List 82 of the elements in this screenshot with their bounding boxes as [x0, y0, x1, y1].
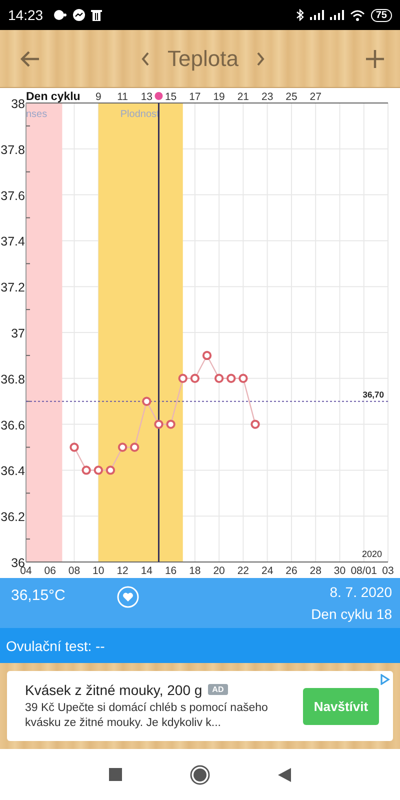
x-axis-label: 12	[116, 565, 128, 577]
data-point[interactable]	[202, 350, 212, 360]
screen-title: Teplota	[168, 46, 238, 72]
x-axis-label: 24	[262, 565, 274, 577]
selected-day-marker[interactable]	[154, 92, 163, 100]
y-axis-label: 37.4	[0, 234, 25, 249]
chevron-left-icon	[140, 52, 150, 66]
data-point[interactable]	[178, 374, 188, 383]
data-point[interactable]	[70, 442, 79, 452]
y-axis-label: 37	[11, 326, 25, 340]
ad-badge: AD	[208, 684, 228, 695]
data-point[interactable]	[142, 396, 152, 406]
battery-indicator: 75	[370, 8, 392, 22]
ad-title: Kvásek z žitné mouky, 200 g	[25, 682, 202, 698]
cycle-day-label: 17	[189, 91, 201, 103]
cycle-day-label: 19	[213, 91, 225, 103]
x-axis-label: 30	[334, 565, 346, 577]
data-point[interactable]	[238, 374, 248, 383]
ad-card[interactable]: Kvásek z žitné mouky, 200 g AD 39 Kč Upečte si domácí chléb s pomocí našeho kvásku ze žitné mouky. Je kdykoliv k... Navštívit	[7, 671, 393, 741]
cycle-day-label: 11	[117, 91, 128, 103]
x-axis-label: 08	[68, 565, 80, 577]
x-axis-label: 08/01	[350, 565, 377, 577]
y-axis-label: 36.4	[0, 464, 25, 478]
data-point[interactable]	[250, 420, 260, 429]
x-axis-label: 10	[92, 565, 104, 577]
home-icon[interactable]	[190, 764, 210, 784]
ad-description: 39 Kč Upečte si domácí chléb s pomocí našeho kvásku ze žitné mouky. Je kdykoliv k...	[25, 700, 269, 730]
data-point[interactable]	[106, 466, 116, 475]
coverline-label: 36,70	[362, 389, 384, 400]
ovulation-test-text: Ovulační test: --	[6, 638, 105, 654]
chevron-right-icon	[256, 52, 266, 66]
ad-choices-icon[interactable]	[380, 674, 390, 685]
cycle-day-label: 15	[164, 91, 177, 103]
y-axis-label: 37.8	[0, 142, 25, 157]
signal-icon	[330, 10, 344, 20]
y-axis-label: 38	[11, 97, 25, 111]
x-axis-label: 16	[164, 565, 177, 577]
y-axis-label: 36.2	[0, 510, 25, 524]
cycle-day-label: 21	[237, 91, 250, 103]
data-point[interactable]	[166, 420, 176, 429]
x-axis-label: 14	[140, 565, 152, 577]
band-label: nses	[26, 109, 48, 120]
date-text: 8. 7. 2020	[330, 584, 392, 600]
temperature-value: 36,15°C	[11, 587, 66, 604]
cycle-day-label: 27	[310, 91, 322, 103]
back-arrow-icon	[20, 50, 40, 68]
data-point[interactable]	[130, 442, 140, 452]
y-axis-label: 36.6	[0, 418, 25, 432]
x-axis-label: 22	[237, 565, 250, 577]
y-axis-label: 36.8	[0, 372, 25, 386]
x-axis-label: 28	[310, 565, 322, 577]
plus-icon	[366, 50, 384, 68]
messenger-icon	[73, 9, 86, 21]
y-axis-label: 37.6	[0, 188, 25, 203]
data-point[interactable]	[118, 442, 128, 452]
x-axis-label: 20	[213, 565, 225, 577]
band-label: Plodnost	[120, 109, 160, 120]
data-point[interactable]	[190, 374, 200, 383]
year-label: 2020	[362, 549, 382, 559]
cycle-day-label: 9	[95, 91, 102, 103]
y-axis-label: 37.2	[0, 280, 25, 295]
data-point[interactable]	[214, 374, 224, 383]
wifi-icon	[350, 10, 365, 20]
x-axis-label: 26	[286, 565, 298, 577]
data-point[interactable]	[226, 374, 236, 383]
cycle-day-label: 25	[286, 91, 298, 103]
trash-icon	[91, 9, 102, 21]
top-axis-title: Den cyklu	[26, 91, 80, 103]
signal-icon	[310, 10, 324, 20]
cycle-day-label: 13	[140, 91, 152, 103]
cycle-day-label: 23	[262, 91, 274, 103]
x-axis-label: 03	[382, 565, 394, 577]
bluetooth-icon	[296, 9, 304, 21]
data-point[interactable]	[154, 420, 164, 429]
x-axis-label: 18	[189, 565, 201, 577]
chat-bubble-icon	[53, 9, 68, 21]
data-point[interactable]	[94, 466, 103, 475]
back-icon[interactable]	[278, 768, 291, 782]
cycle-day-text: Den cyklu 18	[311, 606, 392, 622]
status-time: 14:23	[8, 7, 44, 23]
data-point[interactable]	[82, 466, 91, 475]
x-axis-label: 06	[44, 565, 56, 577]
